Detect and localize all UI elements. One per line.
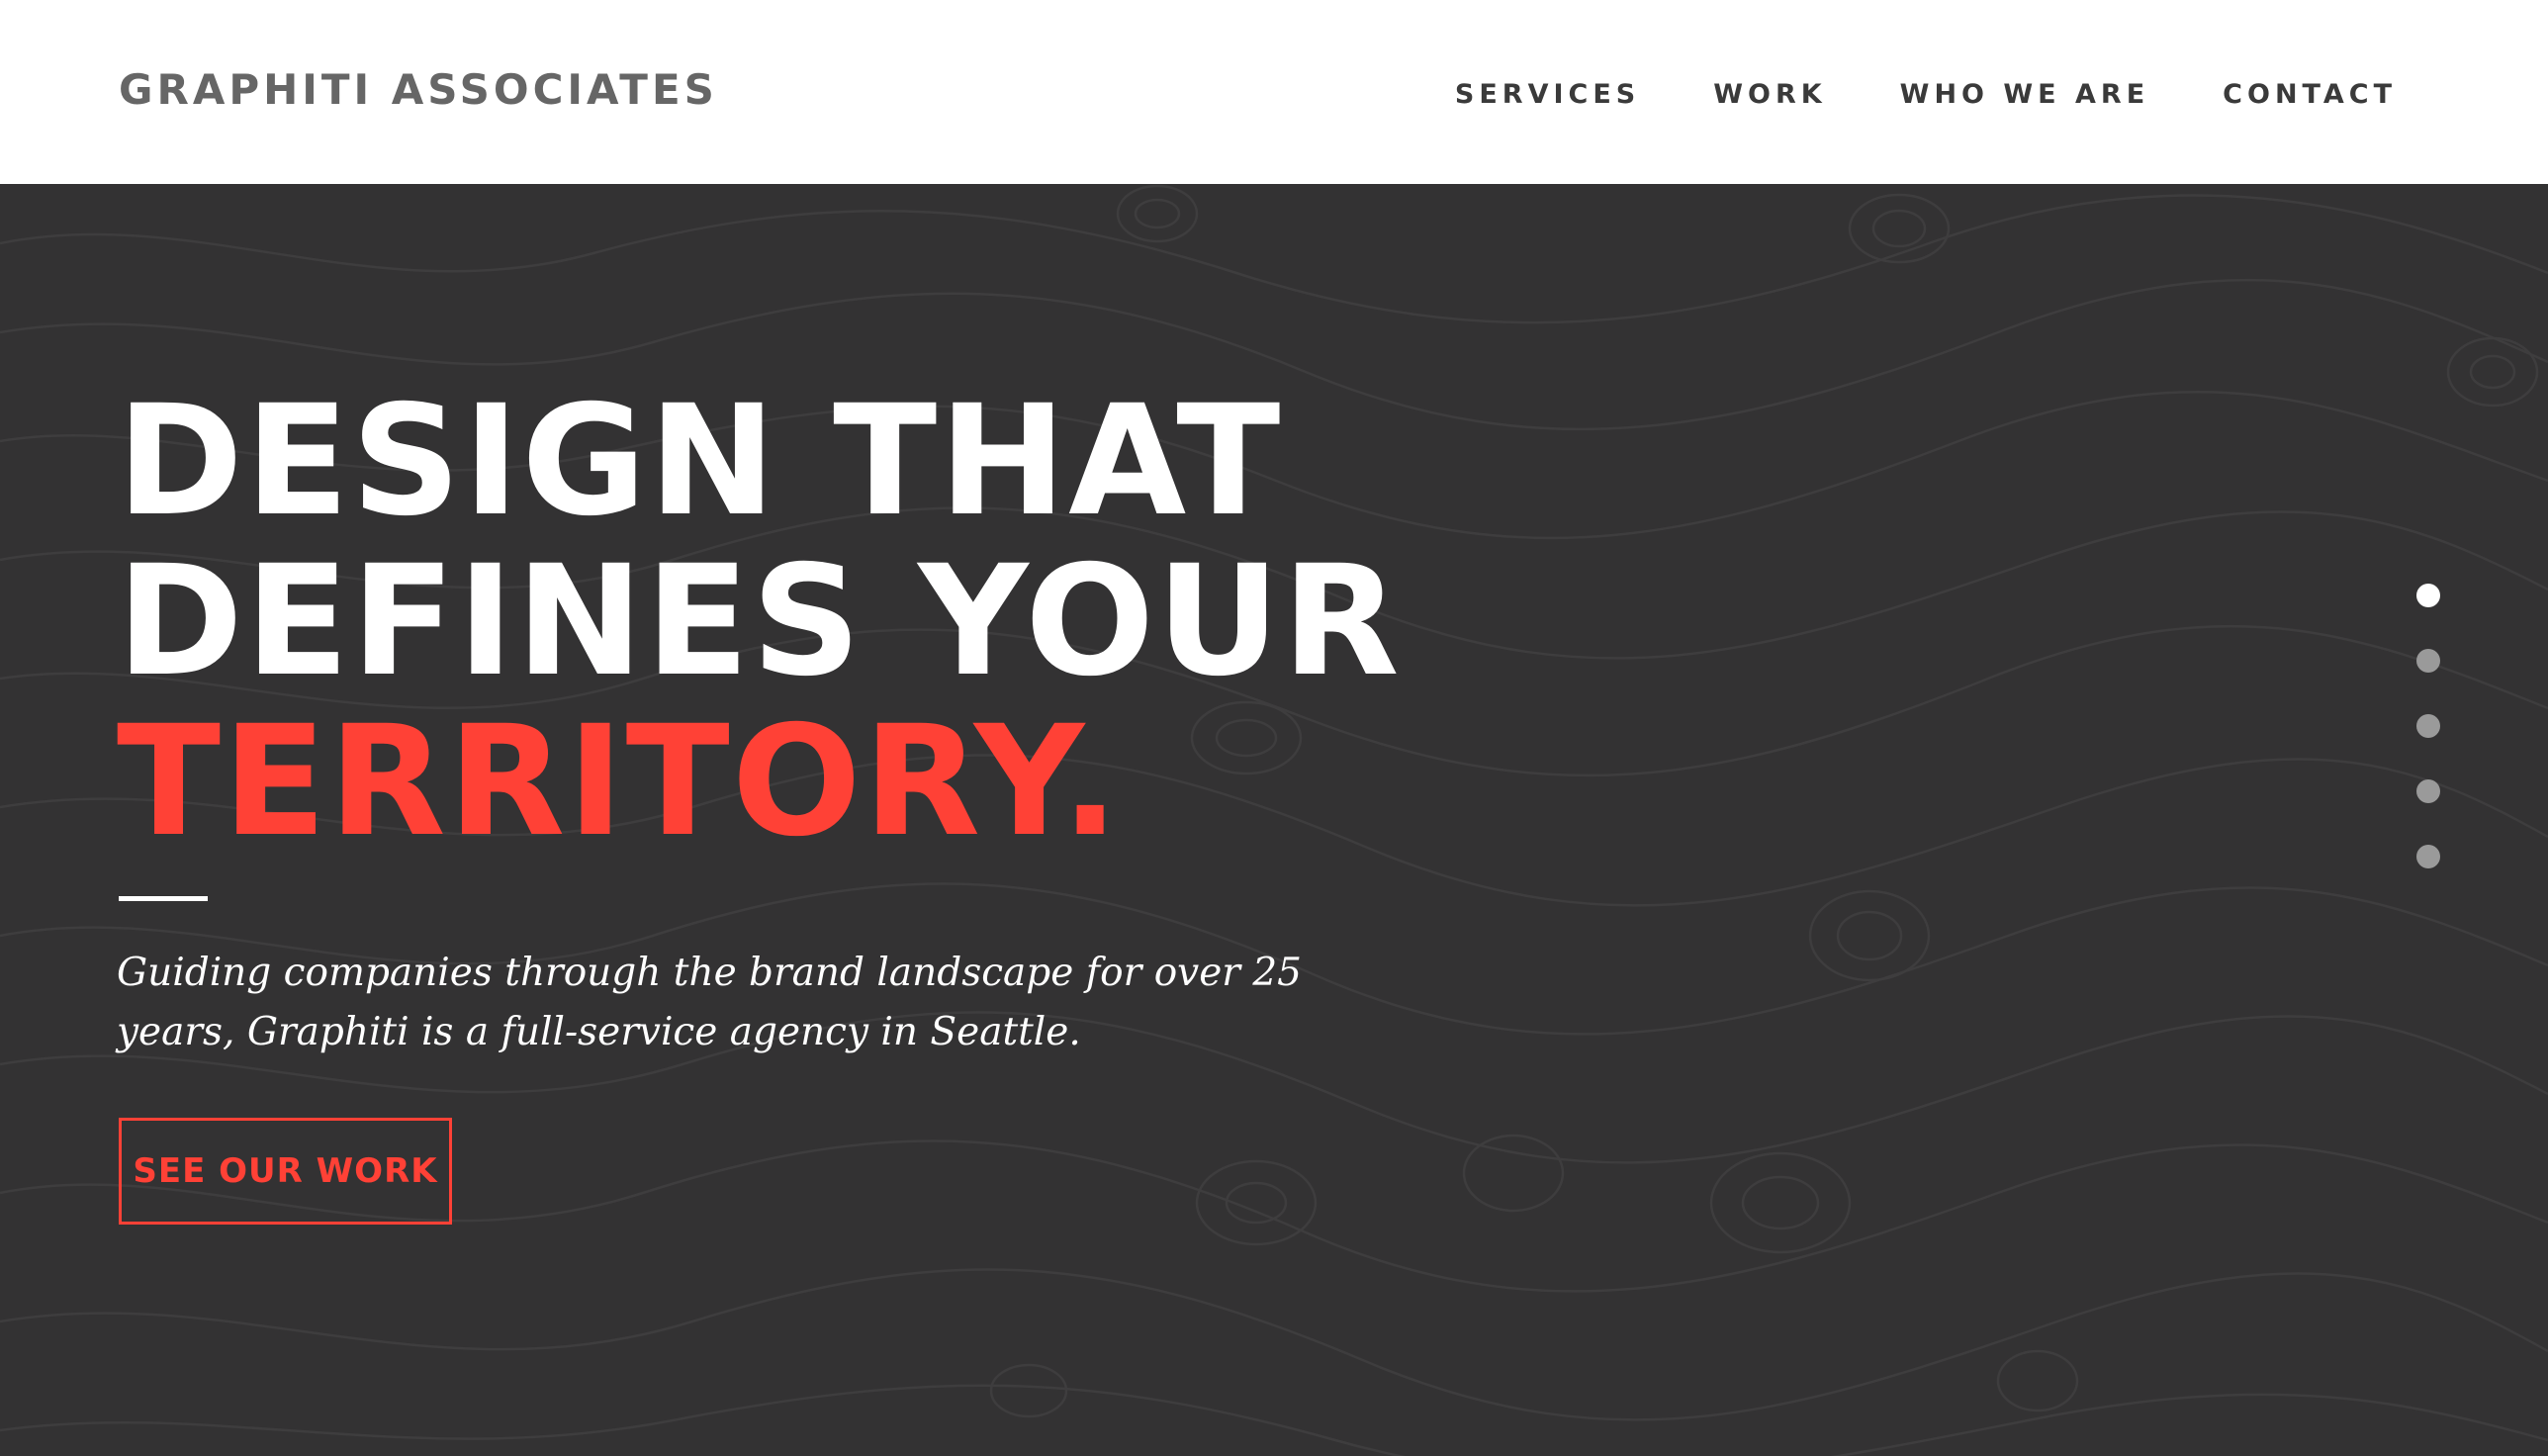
hero-section: DESIGN THAT DEFINES YOUR TERRITORY. Guid… [0,184,2548,1456]
slide-dot[interactable] [2416,584,2440,607]
see-our-work-button[interactable]: SEE OUR WORK [119,1118,452,1225]
headline-line-2: DEFINES YOUR [117,533,1402,710]
brand-logo[interactable]: GRAPHITI ASSOCIATES [119,61,718,119]
slide-dot[interactable] [2416,649,2440,673]
site-header: GRAPHITI ASSOCIATES SERVICES WORK WHO WE… [0,0,2548,184]
slide-dot[interactable] [2416,845,2440,868]
nav-item-contact[interactable]: CONTACT [2223,79,2397,110]
headline-divider [119,896,208,901]
headline-line-3: TERRITORY. [117,693,1122,870]
hero-headline: DESIGN THAT DEFINES YOUR TERRITORY. [117,382,1402,863]
nav-item-work[interactable]: WORK [1713,79,1826,110]
headline-line-1: DESIGN THAT [117,373,1283,550]
hero-subtitle: Guiding companies through the brand land… [117,951,1302,1054]
nav-item-who-we-are[interactable]: WHO WE ARE [1900,79,2150,110]
slide-dot[interactable] [2416,779,2440,803]
slide-pagination [2416,584,2440,910]
slide-dot[interactable] [2416,714,2440,738]
main-nav: SERVICES WORK WHO WE ARE CONTACT [1455,69,2397,119]
nav-item-services[interactable]: SERVICES [1455,79,1640,110]
